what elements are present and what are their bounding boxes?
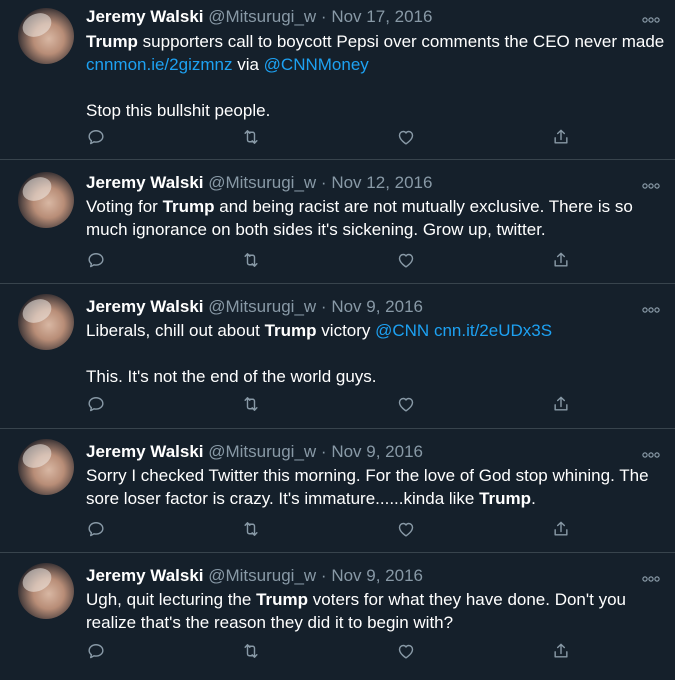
tweet-date[interactable]: Nov 9, 2016	[331, 442, 423, 461]
tweet-text-segment: Liberals, chill out about	[86, 321, 265, 340]
author-name[interactable]: Jeremy Walski	[86, 297, 204, 316]
tweet-text: Voting for Trump and being racist are no…	[86, 195, 666, 241]
reply-icon[interactable]	[86, 127, 108, 149]
author-handle[interactable]: @Mitsurugi_w	[208, 7, 316, 26]
tweet[interactable]: Jeremy Walski @Mitsurugi_w · Nov 9, 2016…	[0, 284, 675, 429]
like-icon[interactable]	[396, 519, 418, 541]
retweet-icon[interactable]	[241, 127, 263, 149]
retweet-icon[interactable]	[241, 519, 263, 541]
tweet-actions	[86, 641, 586, 663]
separator-dot: ·	[320, 173, 327, 192]
tweet-actions	[86, 394, 586, 416]
highlight-term: Trump	[264, 321, 317, 340]
tweet-text-segment: supporters call to boycott Pepsi over co…	[137, 32, 665, 51]
highlight-term: Trump	[256, 590, 309, 609]
tweet-date[interactable]: Nov 9, 2016	[331, 566, 423, 585]
share-icon[interactable]	[551, 250, 573, 272]
highlight-term: Trump	[86, 32, 138, 51]
author-name[interactable]: Jeremy Walski	[86, 442, 204, 461]
like-icon[interactable]	[396, 127, 418, 149]
tweet-header: Jeremy Walski @Mitsurugi_w · Nov 9, 2016	[86, 297, 423, 317]
highlight-term: Trump	[479, 489, 532, 508]
author-name[interactable]: Jeremy Walski	[86, 173, 204, 192]
tweet-text-segment: Sorry I checked Twitter this morning. Fo…	[86, 466, 649, 508]
tweet-text-paragraph: This. It's not the end of the world guys…	[86, 367, 377, 386]
tweet[interactable]: Jeremy Walski @Mitsurugi_w · Nov 12, 201…	[0, 160, 675, 284]
tweet-date[interactable]: Nov 9, 2016	[331, 297, 423, 316]
separator-dot: ·	[320, 297, 327, 316]
avatar[interactable]	[18, 439, 74, 495]
more-icon[interactable]	[641, 571, 661, 581]
tweet-header: Jeremy Walski @Mitsurugi_w · Nov 9, 2016	[86, 442, 423, 462]
tweet-header: Jeremy Walski @Mitsurugi_w · Nov 17, 201…	[86, 7, 432, 27]
reply-icon[interactable]	[86, 641, 108, 663]
reply-icon[interactable]	[86, 519, 108, 541]
tweet-text: Ugh, quit lecturing the Trump voters for…	[86, 588, 666, 634]
tweet-text-segment: Ugh, quit lecturing the	[86, 590, 257, 609]
retweet-icon[interactable]	[241, 250, 263, 272]
tweet-actions	[86, 519, 586, 541]
tweet-text-segment: victory	[316, 321, 376, 340]
author-name[interactable]: Jeremy Walski	[86, 566, 204, 585]
tweet[interactable]: Jeremy Walski @Mitsurugi_w · Nov 9, 2016…	[0, 553, 675, 680]
more-icon[interactable]	[641, 178, 661, 188]
author-handle[interactable]: @Mitsurugi_w	[208, 566, 316, 585]
author-handle[interactable]: @Mitsurugi_w	[208, 442, 316, 461]
author-handle[interactable]: @Mitsurugi_w	[208, 173, 316, 192]
separator-dot: ·	[320, 566, 327, 585]
mention-link[interactable]: @CNNMoney	[264, 55, 369, 74]
like-icon[interactable]	[396, 394, 418, 416]
avatar[interactable]	[18, 563, 74, 619]
tweet-header: Jeremy Walski @Mitsurugi_w · Nov 12, 201…	[86, 173, 432, 193]
avatar[interactable]	[18, 172, 74, 228]
tweet-text-segment: .	[531, 489, 536, 508]
like-icon[interactable]	[396, 641, 418, 663]
tweet-text-paragraph: Stop this bullshit people.	[86, 101, 271, 120]
reply-icon[interactable]	[86, 394, 108, 416]
tweet-date[interactable]: Nov 12, 2016	[331, 173, 432, 192]
tweet-text-segment: Voting for	[86, 197, 163, 216]
share-icon[interactable]	[551, 519, 573, 541]
highlight-term: Trump	[162, 197, 215, 216]
tweet-date[interactable]: Nov 17, 2016	[331, 7, 432, 26]
tweet-header: Jeremy Walski @Mitsurugi_w · Nov 9, 2016	[86, 566, 423, 586]
retweet-icon[interactable]	[241, 641, 263, 663]
share-icon[interactable]	[551, 394, 573, 416]
tweet-link[interactable]: cnn.it/2eUDx3S	[434, 321, 552, 340]
tweet-text: Trump supporters call to boycott Pepsi o…	[86, 30, 666, 122]
tweet-actions	[86, 250, 586, 272]
tweet-link[interactable]: cnnmon.ie/2gizmnz	[86, 55, 232, 74]
more-icon[interactable]	[641, 12, 661, 22]
retweet-icon[interactable]	[241, 394, 263, 416]
author-name[interactable]: Jeremy Walski	[86, 7, 204, 26]
author-handle[interactable]: @Mitsurugi_w	[208, 297, 316, 316]
share-icon[interactable]	[551, 641, 573, 663]
tweet[interactable]: Jeremy Walski @Mitsurugi_w · Nov 17, 201…	[0, 0, 675, 160]
tweet-text-segment: via	[232, 55, 264, 74]
separator-dot: ·	[320, 7, 327, 26]
mention-link[interactable]: @CNN	[375, 321, 429, 340]
avatar[interactable]	[18, 8, 74, 64]
tweet-text: Sorry I checked Twitter this morning. Fo…	[86, 464, 666, 510]
more-icon[interactable]	[641, 302, 661, 312]
avatar[interactable]	[18, 294, 74, 350]
more-icon[interactable]	[641, 447, 661, 457]
separator-dot: ·	[320, 442, 327, 461]
tweet-text: Liberals, chill out about Trump victory …	[86, 319, 666, 388]
reply-icon[interactable]	[86, 250, 108, 272]
like-icon[interactable]	[396, 250, 418, 272]
share-icon[interactable]	[551, 127, 573, 149]
tweet-actions	[86, 127, 586, 149]
tweet[interactable]: Jeremy Walski @Mitsurugi_w · Nov 9, 2016…	[0, 429, 675, 553]
